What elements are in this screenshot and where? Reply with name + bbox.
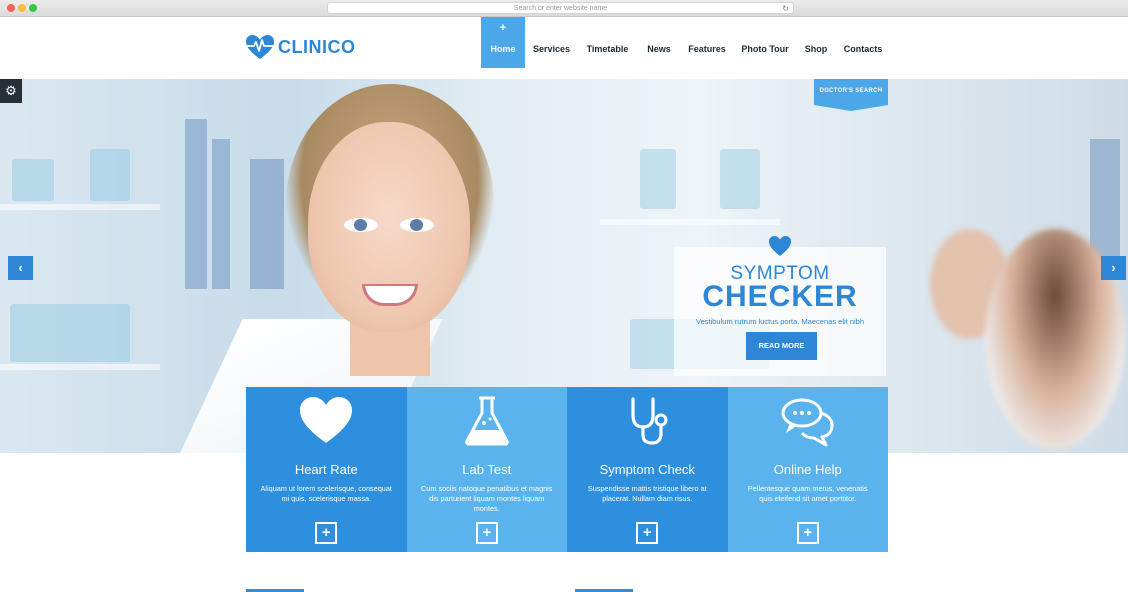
plus-icon: + [499,22,507,34]
background-box [10,304,130,362]
maximize-window-button[interactable] [29,4,37,12]
heart-icon [769,236,791,256]
nav-item-news[interactable]: News [637,17,681,68]
nav-label: Home [490,44,516,54]
nav-item-photo-tour[interactable]: Photo Tour [733,17,797,68]
nav-label: Shop [804,44,828,54]
logo[interactable]: CLINICO [245,34,356,60]
background-book [185,119,207,289]
plus-icon[interactable]: + [796,522,819,544]
nav-item-home[interactable]: + Home [481,17,525,68]
heart-icon [300,397,353,443]
address-bar-placeholder: Search or enter website name [513,5,608,12]
card-title: Heart Rate [294,462,358,477]
background-bottle [640,149,676,209]
background-bottle [90,149,130,201]
read-more-button[interactable]: READ MORE [746,332,817,360]
doctor-photo [280,84,500,384]
card-title: Online Help [773,462,842,477]
stethoscope-icon [631,397,668,445]
address-bar[interactable]: Search or enter website name ↻ [327,2,794,14]
close-window-button[interactable] [7,4,15,12]
nav-label: News [647,44,671,54]
background-shelf [600,219,780,225]
nav-item-timetable[interactable]: Timetable [578,17,637,68]
card-text: Suspendisse mattis tristique libero at p… [587,484,707,503]
nav-label: Timetable [586,44,629,54]
heart-pulse-logo-icon [246,35,274,59]
plus-icon[interactable]: + [636,522,659,544]
brand-name: CLINICO [278,36,356,57]
reload-icon[interactable]: ↻ [782,3,789,14]
main-nav: + Home Services Timetable News Features … [481,17,891,68]
browser-toolbar: Search or enter website name ↻ [0,0,1128,17]
slider-prev-button[interactable]: ‹ [8,256,33,280]
nav-label: Photo Tour [741,44,789,54]
promo-subtitle: Vestibulum rutrum luctus porta. Maecenas… [696,317,864,326]
nav-item-services[interactable]: Services [525,17,578,68]
background-bottle [12,159,54,201]
nav-label: Features [688,44,726,54]
flask-icon [465,396,509,446]
background-shelf [0,204,160,210]
feature-cards: Heart Rate Aliquam ut lorem scelerisque,… [246,387,888,552]
card-title: Symptom Check [599,462,695,477]
card-title: Lab Test [462,462,512,477]
card-symptom-check[interactable]: Symptom Check Suspendisse mattis tristiq… [567,387,728,552]
nav-item-features[interactable]: Features [681,17,733,68]
card-heart-rate[interactable]: Heart Rate Aliquam ut lorem scelerisque,… [246,387,407,552]
minimize-window-button[interactable] [18,4,26,12]
promo-title-line2: CHECKER [702,280,858,313]
background-bottle [720,149,760,209]
nav-label: Contacts [843,44,883,54]
card-text: Aliquam ut lorem scelerisque, consequat … [260,484,392,503]
nav-item-contacts[interactable]: Contacts [835,17,891,68]
card-text: Pellentesque quam metus, venenatis quis … [747,484,868,503]
plus-icon[interactable]: + [315,522,338,544]
gears-icon[interactable]: ⚙ [0,79,22,103]
nav-item-shop[interactable]: Shop [797,17,835,68]
card-lab-test[interactable]: Lab Test Cum sociis natoque penatibus et… [406,387,567,552]
site-header: CLINICO + Home Services Timetable News F… [0,17,1128,79]
slider-next-button[interactable]: › [1101,256,1126,280]
nav-label: Services [532,44,571,54]
background-book [212,139,230,289]
card-text: Cum sociis natoque penatibus et magnis d… [421,484,553,513]
chat-bubbles-icon [781,398,834,447]
doctors-search-tab[interactable]: DOCTOR'S SEARCH [814,79,888,111]
symptom-checker-promo: SYMPTOM CHECKER Vestibulum rutrum luctus… [674,236,886,376]
card-online-help[interactable]: Online Help Pellentesque quam metus, ven… [727,387,888,552]
background-book [250,159,284,289]
background-shelf [0,364,160,370]
plus-icon[interactable]: + [475,522,498,544]
